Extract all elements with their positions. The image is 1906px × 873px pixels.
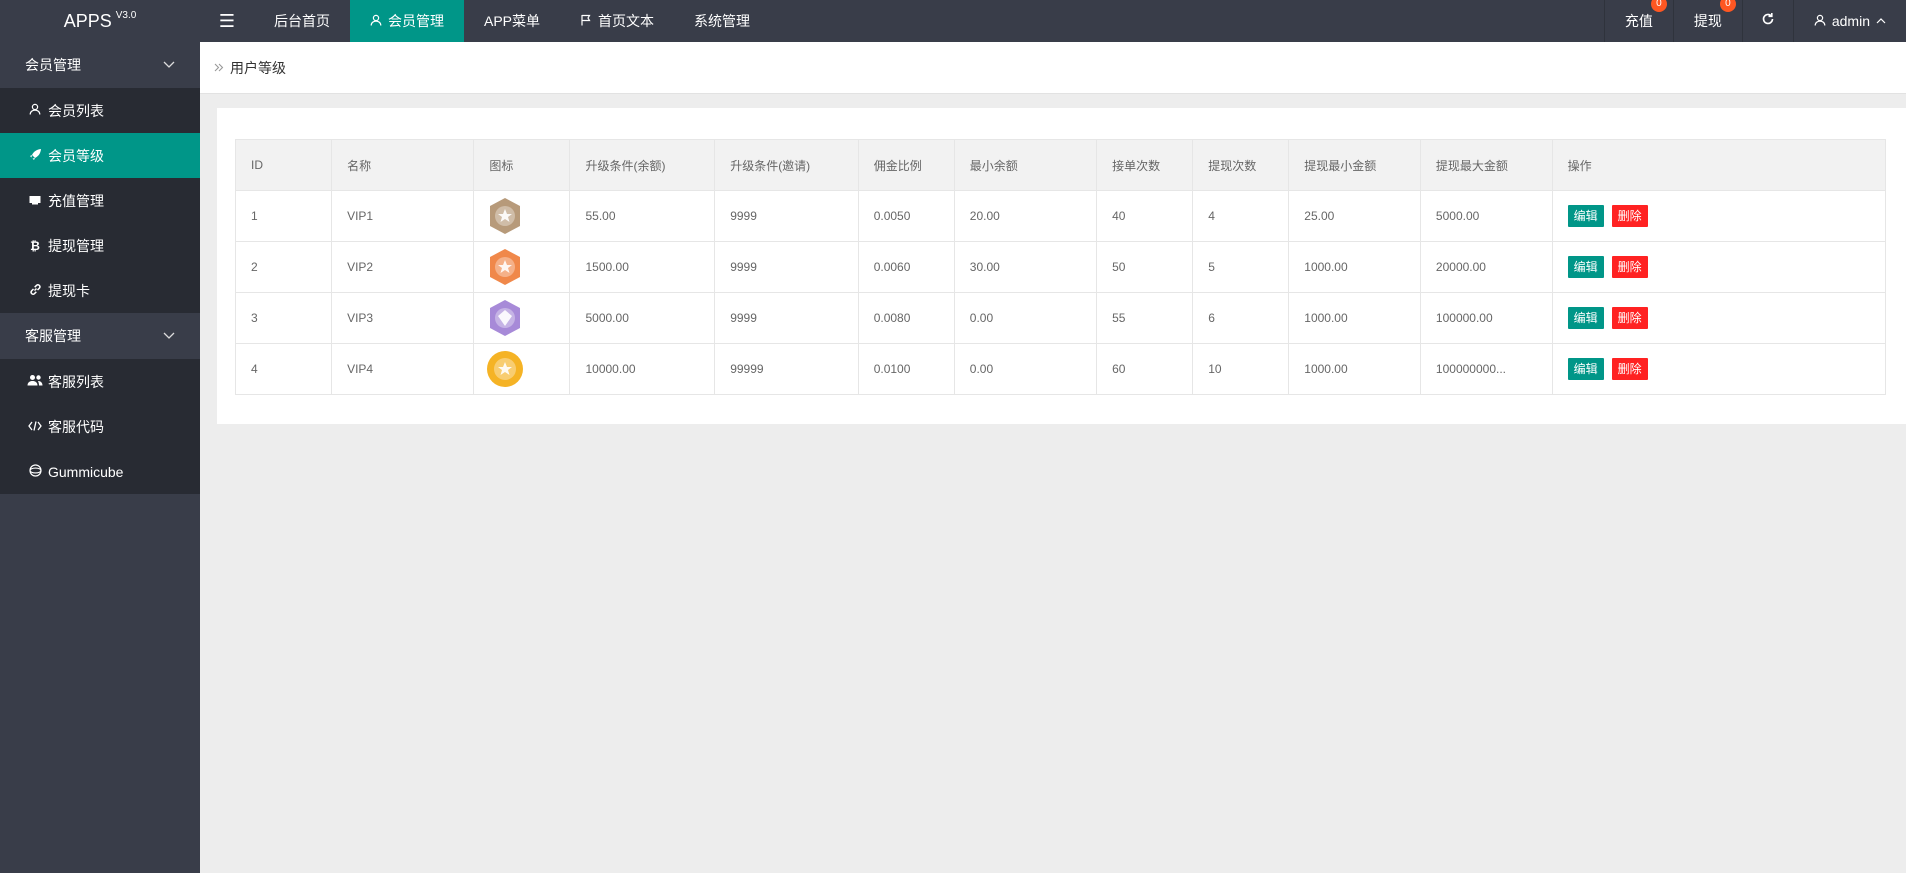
table-row: 3 VIP3 5000.00 9999 0.0080 0.00 55 6 100… xyxy=(234,292,1887,344)
withdraw-badge: 0 xyxy=(1719,0,1736,12)
nav-dashboard[interactable]: 后台首页 xyxy=(254,0,350,42)
chevron-down-icon xyxy=(163,59,175,71)
user-icon xyxy=(26,103,44,118)
member-level-table: ID 名称 图标 升级条件(余额) 升级条件(邀请) 佣金比例 最小余额 接单次… xyxy=(234,139,1887,395)
top-header: APPS V3.0 ☰ 后台首页 会员管理 APP菜单 首页文本 系统管理 充值 … xyxy=(0,0,1906,42)
delete-button[interactable]: 删除 xyxy=(1611,358,1648,380)
globe-icon xyxy=(26,463,44,480)
table-row: 4 VIP4 10000.00 99999 0.0100 0.00 60 10 … xyxy=(234,343,1887,395)
medal-icon xyxy=(487,351,524,387)
withdraw-button[interactable]: 提现 0 xyxy=(1672,0,1742,42)
refresh-button[interactable] xyxy=(1741,0,1793,42)
column-header: 提现最大金额 xyxy=(1419,139,1553,191)
column-header: 升级条件(邀请) xyxy=(714,139,859,191)
sidebar-group-service[interactable]: 客服管理 xyxy=(0,313,200,359)
medal-icon xyxy=(490,249,521,285)
sidebar-item-recharge[interactable]: 充值管理 xyxy=(0,178,200,223)
delete-button[interactable]: 删除 xyxy=(1611,205,1648,227)
hamburger-icon: ☰ xyxy=(218,10,236,31)
chevron-up-icon xyxy=(1876,16,1886,27)
sidebar-item-gummicube[interactable]: Gummicube xyxy=(0,449,200,494)
recharge-button[interactable]: 充值 0 xyxy=(1603,0,1673,42)
link-icon xyxy=(26,283,44,299)
sidebar-item-withdraw-card[interactable]: 提现卡 xyxy=(0,268,200,313)
table-row: 1 VIP1 55.00 9999 0.0050 20.00 40 4 25.0… xyxy=(234,190,1887,242)
recharge-badge: 0 xyxy=(1650,0,1667,12)
nav-app-menu[interactable]: APP菜单 xyxy=(464,0,560,42)
column-header: 升级条件(余额) xyxy=(569,139,716,191)
version-label: V3.0 xyxy=(115,9,137,21)
sidebar-item-withdraw[interactable]: ₿ 提现管理 xyxy=(0,223,200,268)
logo-text: APPS xyxy=(63,10,112,31)
column-header: 提现最小金额 xyxy=(1288,139,1421,191)
nav-home-text[interactable]: 首页文本 xyxy=(560,0,674,42)
breadcrumb-current: 用户等级 xyxy=(230,59,286,76)
sidebar-item-member-level[interactable]: 会员等级 xyxy=(0,133,200,178)
column-header: ID xyxy=(234,139,333,191)
app-logo[interactable]: APPS V3.0 xyxy=(0,0,200,42)
column-header: 提现次数 xyxy=(1192,139,1290,191)
edit-button[interactable]: 编辑 xyxy=(1567,358,1604,380)
sidebar-item-service-list[interactable]: 客服列表 xyxy=(0,359,200,404)
flag-icon xyxy=(580,14,592,29)
sidebar: 会员管理 会员列表 会员等级 充值管理 ₿ 提现管理 提现卡 客服管理 客服列表… xyxy=(0,42,200,873)
admin-menu[interactable]: admin xyxy=(1792,0,1906,42)
card-icon xyxy=(26,193,44,208)
edit-button[interactable]: 编辑 xyxy=(1567,256,1604,278)
column-header: 图标 xyxy=(473,139,571,191)
rocket-icon xyxy=(26,148,44,164)
sidebar-item-member-list[interactable]: 会员列表 xyxy=(0,88,200,133)
edit-button[interactable]: 编辑 xyxy=(1567,205,1604,227)
bitcoin-icon: ₿ xyxy=(30,238,40,253)
delete-button[interactable]: 删除 xyxy=(1611,256,1648,278)
sidebar-item-service-code[interactable]: 客服代码 xyxy=(0,404,200,449)
breadcrumb: 用户等级 xyxy=(200,42,1906,94)
table-row: 2 VIP2 1500.00 9999 0.0060 30.00 50 5 10… xyxy=(234,241,1887,293)
chevron-down-icon xyxy=(163,330,175,342)
sidebar-group-member[interactable]: 会员管理 xyxy=(0,42,200,88)
delete-button[interactable]: 删除 xyxy=(1611,307,1648,329)
double-chevron-right-icon xyxy=(214,61,224,75)
code-icon xyxy=(26,419,44,434)
user-icon xyxy=(370,14,382,29)
medal-icon xyxy=(490,198,521,234)
edit-button[interactable]: 编辑 xyxy=(1567,307,1604,329)
column-header: 最小余额 xyxy=(953,139,1098,191)
medal-icon xyxy=(490,300,521,336)
table-header-row: ID 名称 图标 升级条件(余额) 升级条件(邀请) 佣金比例 最小余额 接单次… xyxy=(234,139,1887,191)
refresh-icon xyxy=(1761,12,1775,31)
nav-member-management[interactable]: 会员管理 xyxy=(350,0,464,42)
user-icon xyxy=(1814,13,1826,29)
column-header: 操作 xyxy=(1551,139,1887,191)
users-icon xyxy=(26,374,44,389)
menu-toggle-button[interactable]: ☰ xyxy=(200,0,254,42)
level-table-card: ID 名称 图标 升级条件(余额) 升级条件(邀请) 佣金比例 最小余额 接单次… xyxy=(217,108,1906,424)
column-header: 接单次数 xyxy=(1096,139,1194,191)
nav-system-management[interactable]: 系统管理 xyxy=(674,0,770,42)
header-right: 充值 0 提现 0 admin xyxy=(1603,0,1906,42)
column-header: 名称 xyxy=(331,139,475,191)
column-header: 佣金比例 xyxy=(857,139,955,191)
top-nav: ☰ 后台首页 会员管理 APP菜单 首页文本 系统管理 xyxy=(200,0,770,42)
